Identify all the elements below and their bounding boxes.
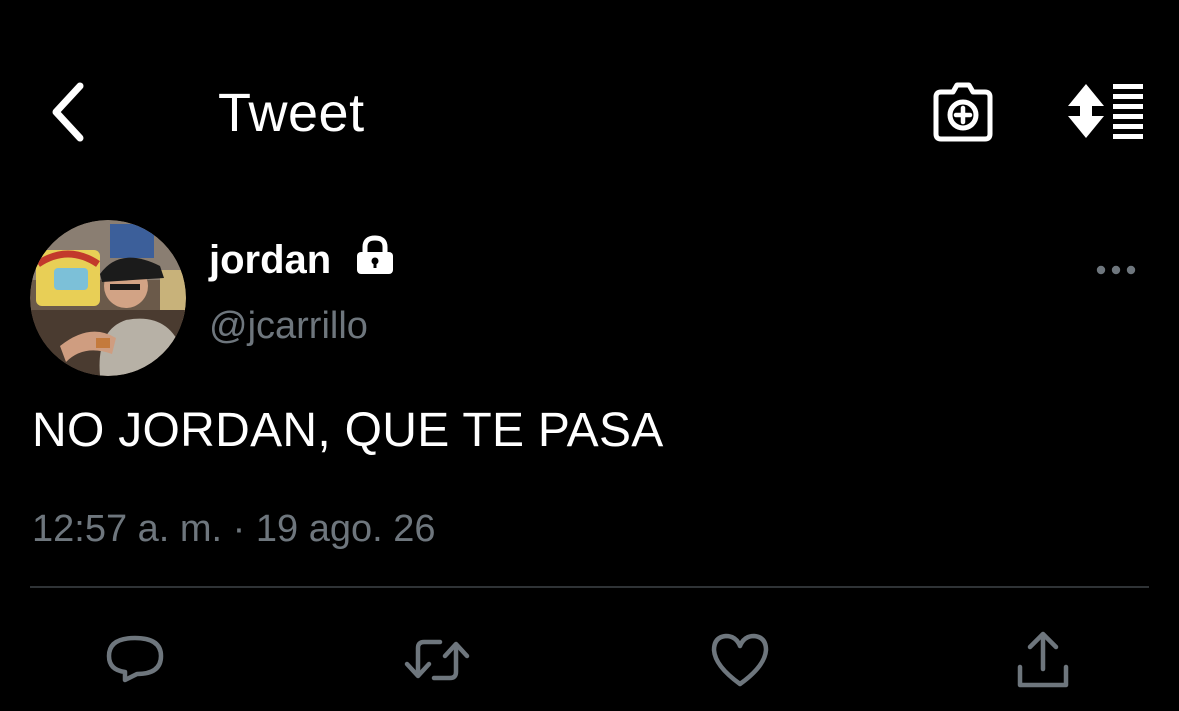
- page-title: Tweet: [218, 83, 365, 143]
- like-icon: [711, 633, 769, 687]
- more-options-button[interactable]: [1090, 248, 1142, 292]
- handle[interactable]: @jcarrillo: [209, 300, 368, 352]
- avatar[interactable]: [30, 220, 186, 376]
- retweet-button[interactable]: [397, 620, 477, 700]
- reply-button[interactable]: [95, 620, 175, 700]
- retweet-icon: [404, 639, 470, 681]
- camera-button[interactable]: [922, 72, 1004, 152]
- tweet-timestamp: 12:57 a. m. · 19 ago. 26: [32, 508, 436, 550]
- more-dots-icon: [1096, 265, 1136, 275]
- back-button[interactable]: [36, 76, 100, 148]
- share-icon: [1017, 631, 1069, 688]
- sort-lines-icon: [1068, 84, 1143, 139]
- reply-icon: [106, 635, 164, 683]
- divider: [30, 586, 1149, 588]
- share-button[interactable]: [1003, 620, 1083, 700]
- back-arrow-icon: [52, 82, 84, 142]
- lock-icon: [354, 235, 396, 277]
- camera-plus-icon: [933, 82, 993, 142]
- tweet-text: NO JORDAN, QUE TE PASA: [32, 404, 664, 457]
- sort-button[interactable]: [1060, 72, 1154, 152]
- like-button[interactable]: [700, 620, 780, 700]
- display-name[interactable]: jordan: [209, 234, 331, 286]
- avatar-image: [30, 220, 186, 376]
